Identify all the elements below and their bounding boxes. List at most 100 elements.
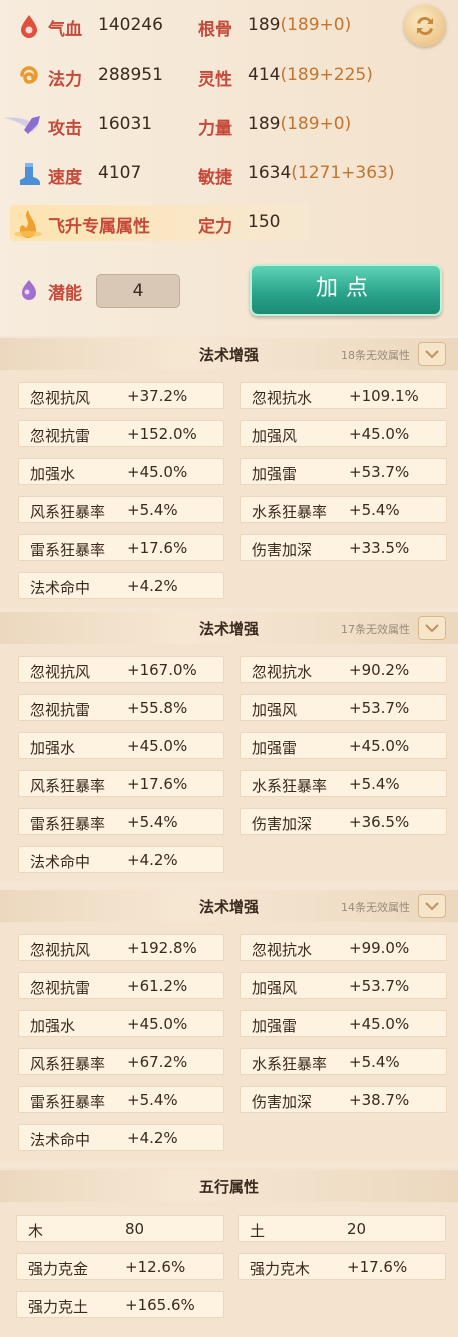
attribute-value: +152.0% xyxy=(127,425,197,443)
attribute-value: +45.0% xyxy=(349,1015,410,1033)
attribute-cell: 加强雷 +53.7% xyxy=(240,458,447,485)
attribute-cell: 法术命中 +4.2% xyxy=(18,846,224,873)
attribute-value: +67.2% xyxy=(127,1053,188,1071)
invalid-count: 14条无效属性 xyxy=(341,901,410,914)
potential-points-field: 4 xyxy=(96,274,180,308)
gengu-label: 根骨 xyxy=(198,20,232,40)
attribute-cell: 法术命中 +4.2% xyxy=(18,1124,224,1151)
attribute-cell: 加强水 +45.0% xyxy=(18,1010,224,1037)
attribute-name: 忽视抗水 xyxy=(252,663,313,681)
speed-label: 速度 xyxy=(48,168,82,188)
attribute-value: +45.0% xyxy=(349,737,410,755)
attribute-name: 加强水 xyxy=(30,1017,76,1035)
attribute-cell: 伤害加深 +36.5% xyxy=(240,808,447,835)
wuxing-value: +17.6% xyxy=(347,1258,408,1276)
attribute-name: 加强风 xyxy=(252,701,298,719)
wuxing-cell: 强力克土 +165.6% xyxy=(16,1291,224,1318)
add-points-button[interactable]: 加点 xyxy=(250,264,442,316)
attribute-name: 水系狂暴率 xyxy=(252,503,328,521)
attribute-cell: 伤害加深 +38.7% xyxy=(240,1086,447,1113)
attribute-cell: 忽视抗雷 +55.8% xyxy=(18,694,224,721)
attribute-value: +99.0% xyxy=(349,939,410,957)
wuxing-value: 80 xyxy=(125,1220,145,1238)
attribute-name: 加强风 xyxy=(252,979,298,997)
expand-button[interactable] xyxy=(418,894,446,918)
attribute-name: 忽视抗水 xyxy=(252,389,313,407)
attribute-name: 忽视抗水 xyxy=(252,941,313,959)
section-header: 法术增强 14条无效属性 xyxy=(0,890,458,922)
blood-drop-icon xyxy=(21,15,37,38)
attribute-name: 加强雷 xyxy=(252,739,298,757)
attribute-name: 雷系狂暴率 xyxy=(30,1093,106,1111)
potential-label: 潜能 xyxy=(48,284,82,304)
expand-button[interactable] xyxy=(418,342,446,366)
wuxing-name: 强力克土 xyxy=(28,1298,89,1316)
stat-row-1: 气血 140246 根骨 189(189+0) xyxy=(0,6,458,46)
attribute-value: +90.2% xyxy=(349,661,410,679)
potential-orb-icon xyxy=(22,280,36,300)
attribute-cell: 加强雷 +45.0% xyxy=(240,1010,447,1037)
attribute-value: +45.0% xyxy=(127,463,188,481)
attribute-value: +61.2% xyxy=(127,977,188,995)
attribute-value: +5.4% xyxy=(127,1091,178,1109)
attribute-name: 忽视抗风 xyxy=(30,663,91,681)
attribute-value: +53.7% xyxy=(349,463,410,481)
attribute-value: +37.2% xyxy=(127,387,188,405)
attribute-cell: 雷系狂暴率 +5.4% xyxy=(18,1086,224,1113)
attribute-value: +109.1% xyxy=(349,387,419,405)
attribute-cell: 忽视抗风 +192.8% xyxy=(18,934,224,961)
attribute-cell: 加强风 +45.0% xyxy=(240,420,447,447)
wuxing-title: 五行属性 xyxy=(198,1178,259,1196)
gengu-value: 189(189+0) xyxy=(248,15,352,35)
attribute-cell: 风系狂暴率 +17.6% xyxy=(18,770,224,797)
attribute-value: +17.6% xyxy=(127,775,188,793)
attack-label: 攻击 xyxy=(48,119,82,139)
attribute-cell: 风系狂暴率 +5.4% xyxy=(18,496,224,523)
stat-row-4: 速度 4107 敏捷 1634(1271+363) xyxy=(0,154,458,194)
chevron-down-icon xyxy=(425,350,439,359)
attribute-cell: 加强水 +45.0% xyxy=(18,458,224,485)
attack-blade-icon xyxy=(4,116,40,134)
attribute-cell: 忽视抗雷 +61.2% xyxy=(18,972,224,999)
attribute-value: +45.0% xyxy=(349,425,410,443)
attribute-name: 雷系狂暴率 xyxy=(30,541,106,559)
attribute-name: 风系狂暴率 xyxy=(30,503,106,521)
attribute-value: +167.0% xyxy=(127,661,197,679)
attribute-name: 加强水 xyxy=(30,465,76,483)
attribute-cell: 忽视抗水 +109.1% xyxy=(240,382,447,409)
wuxing-header: 五行属性 xyxy=(0,1170,458,1202)
attribute-value: +5.4% xyxy=(127,813,178,831)
wuxing-value: +12.6% xyxy=(125,1258,186,1276)
dingli-value: 150 xyxy=(248,212,281,232)
attribute-cell: 水系狂暴率 +5.4% xyxy=(240,770,447,797)
attribute-cell: 风系狂暴率 +67.2% xyxy=(18,1048,224,1075)
ascension-flame-icon xyxy=(14,210,42,238)
attribute-value: +5.4% xyxy=(349,501,400,519)
expand-button[interactable] xyxy=(418,616,446,640)
attribute-value: +55.8% xyxy=(127,699,188,717)
attribute-name: 忽视抗雷 xyxy=(30,427,91,445)
section-header: 法术增强 18条无效属性 xyxy=(0,338,458,370)
attribute-name: 忽视抗风 xyxy=(30,389,91,407)
attribute-value: +38.7% xyxy=(349,1091,410,1109)
chevron-down-icon xyxy=(425,624,439,633)
attribute-name: 忽视抗雷 xyxy=(30,979,91,997)
hp-value: 140246 xyxy=(98,15,163,35)
attribute-value: +4.2% xyxy=(127,577,178,595)
attribute-name: 风系狂暴率 xyxy=(30,777,106,795)
stat-row-5: 飞升专属属性 定力 150 xyxy=(0,203,458,243)
wuxing-name: 强力克木 xyxy=(250,1260,311,1278)
attribute-name: 忽视抗风 xyxy=(30,941,91,959)
lingxing-label: 灵性 xyxy=(198,70,232,90)
stat-row-2: 法力 288951 灵性 414(189+225) xyxy=(0,56,458,96)
attribute-cell: 水系狂暴率 +5.4% xyxy=(240,1048,447,1075)
wuxing-value: 20 xyxy=(347,1220,367,1238)
attribute-name: 加强风 xyxy=(252,427,298,445)
section-header: 法术增强 17条无效属性 xyxy=(0,612,458,644)
attribute-cell: 忽视抗风 +37.2% xyxy=(18,382,224,409)
switch-plan-button[interactable] xyxy=(404,5,446,47)
attribute-value: +4.2% xyxy=(127,1129,178,1147)
attribute-cell: 加强水 +45.0% xyxy=(18,732,224,759)
attribute-name: 加强水 xyxy=(30,739,76,757)
attribute-value: +5.4% xyxy=(127,501,178,519)
